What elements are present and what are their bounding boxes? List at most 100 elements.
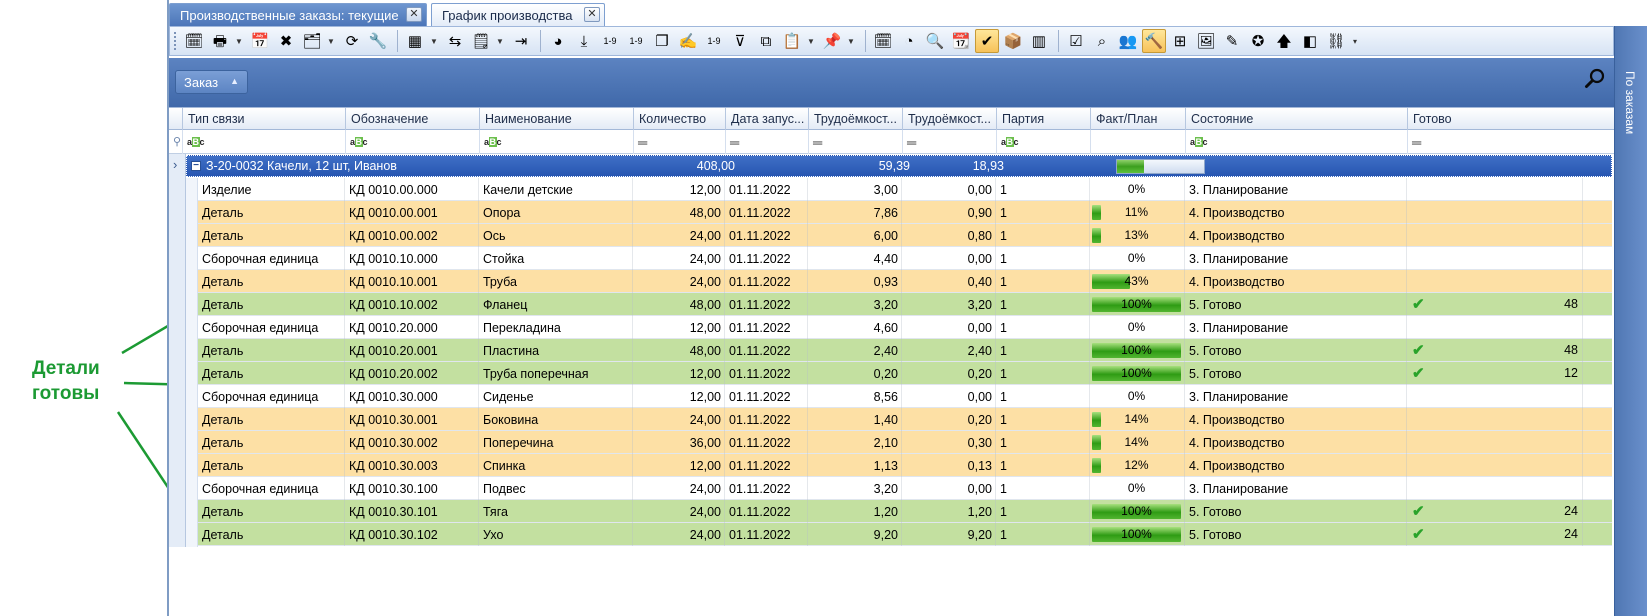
chevron-down-icon[interactable]: ▼ bbox=[495, 37, 505, 46]
filter-cell-qty[interactable]: ═ bbox=[633, 130, 725, 154]
group-chip-order[interactable]: Заказ ▲ bbox=[175, 70, 248, 94]
column-header-status[interactable]: Состояние bbox=[1185, 108, 1407, 130]
group-row-order[interactable]: − З-20-0032 Качели, 12 шт, Иванов 408,00… bbox=[186, 155, 1612, 177]
arrow-up-icon[interactable]: 🡅 bbox=[1272, 29, 1296, 53]
users-icon[interactable]: 👥 bbox=[1116, 29, 1140, 53]
pen-icon[interactable]: ✎ bbox=[1220, 29, 1244, 53]
column-header-qty[interactable]: Количество bbox=[633, 108, 725, 130]
filter-cell-code[interactable]: aBc bbox=[345, 130, 479, 154]
filter-cell-status[interactable]: aBc bbox=[1185, 130, 1407, 154]
table-row[interactable]: Сборочная единица КД 0010.30.000 Сиденье 12… bbox=[198, 385, 1612, 408]
table-row[interactable]: Деталь КД 0010.30.002 Поперечина 36,00 01.11… bbox=[198, 431, 1612, 454]
cell-type: Деталь bbox=[198, 500, 345, 523]
column-header-ready[interactable]: Готово bbox=[1407, 108, 1583, 130]
chevron-down-icon[interactable]: ▼ bbox=[326, 37, 336, 46]
column-header-code[interactable]: Обозначение bbox=[345, 108, 479, 130]
filter-icon[interactable]: ⚲ bbox=[173, 135, 181, 148]
gauge-icon[interactable]: ◔ bbox=[897, 29, 921, 53]
checklist-icon[interactable]: ☑ bbox=[1064, 29, 1088, 53]
table-row[interactable]: Сборочная единица КД 0010.10.000 Стойка 24,… bbox=[198, 247, 1612, 270]
toolbar-grip[interactable] bbox=[174, 32, 178, 50]
column-header-labor2[interactable]: Трудоёмкост... bbox=[902, 108, 996, 130]
delete-icon[interactable]: ✖ bbox=[274, 29, 298, 53]
filter-cell-type[interactable]: aBc bbox=[182, 130, 345, 154]
column-header-batch[interactable]: Партия bbox=[996, 108, 1090, 130]
download-icon[interactable]: ⤓ bbox=[572, 29, 596, 53]
numbering-icon[interactable]: 1-9 bbox=[598, 29, 622, 53]
chevron-down-icon[interactable]: ▼ bbox=[806, 37, 816, 46]
magnifier-icon[interactable]: 🔍 bbox=[923, 29, 947, 53]
pie-chart-icon[interactable]: ◕ bbox=[546, 29, 570, 53]
table-row[interactable]: Деталь КД 0010.20.001 Пластина 48,00 01.11.2… bbox=[198, 339, 1612, 362]
tab-production-orders[interactable]: Производственные заказы: текущие ✕ bbox=[169, 3, 427, 26]
note-icon[interactable]: 🗒 bbox=[469, 29, 493, 53]
share-icon[interactable]: ⇆ bbox=[443, 29, 467, 53]
sign-icon[interactable]: ✍ bbox=[676, 29, 700, 53]
cell-qty: 48,00 bbox=[633, 201, 725, 224]
filter-cell-progress[interactable] bbox=[1090, 130, 1185, 154]
table-row[interactable]: Деталь КД 0010.20.002 Труба поперечная 12,0… bbox=[198, 362, 1612, 385]
close-icon[interactable]: ✕ bbox=[406, 7, 422, 22]
chevron-down-icon[interactable]: ▼ bbox=[846, 37, 856, 46]
progress-label: 14% bbox=[1124, 412, 1149, 426]
edit-table-icon[interactable]: 🗂 bbox=[300, 29, 324, 53]
search-icon[interactable] bbox=[1584, 67, 1606, 89]
box-icon[interactable]: 📦 bbox=[1001, 29, 1025, 53]
hammer-icon[interactable]: 🔨 bbox=[1142, 29, 1166, 53]
layers-icon[interactable]: ◧ bbox=[1298, 29, 1322, 53]
filter-icon[interactable]: ⊽ bbox=[728, 29, 752, 53]
schedule-icon[interactable]: 🗓 bbox=[871, 29, 895, 53]
clipboard-icon[interactable]: 📋 bbox=[780, 29, 804, 53]
calendar-settings-icon[interactable]: 🗓 bbox=[182, 29, 206, 53]
wrench-icon[interactable]: 🔧 bbox=[366, 29, 390, 53]
table-row[interactable]: Сборочная единица КД 0010.20.000 Переклади… bbox=[198, 316, 1612, 339]
pin-icon[interactable]: 📌 bbox=[820, 29, 844, 53]
expand-icon[interactable]: › bbox=[173, 157, 177, 172]
table-row[interactable]: Деталь КД 0010.10.001 Труба 24,00 01.11.2022… bbox=[198, 270, 1612, 293]
table-row[interactable]: Деталь КД 0010.10.002 Фланец 48,00 01.11.202… bbox=[198, 293, 1612, 316]
collapse-icon[interactable]: − bbox=[191, 161, 201, 171]
column-header-name[interactable]: Наименование bbox=[479, 108, 633, 130]
table-row[interactable]: Деталь КД 0010.30.001 Боковина 24,00 01.11.2… bbox=[198, 408, 1612, 431]
column-header-progress[interactable]: Факт/План bbox=[1090, 108, 1185, 130]
column-header-labor1[interactable]: Трудоёмкост... bbox=[808, 108, 902, 130]
side-panel-by-orders[interactable]: По заказам bbox=[1614, 26, 1647, 616]
toolbar-overflow-icon[interactable]: ▾ bbox=[1350, 37, 1360, 46]
check-icon[interactable]: ✔ bbox=[975, 29, 999, 53]
binoculars-icon[interactable]: ⌕ bbox=[1090, 29, 1114, 53]
chevron-down-icon[interactable]: ▼ bbox=[429, 37, 439, 46]
refresh-icon[interactable]: ⟳ bbox=[340, 29, 364, 53]
tab-production-schedule[interactable]: График производства ✕ bbox=[431, 3, 605, 26]
filter-cell-date[interactable]: ═ bbox=[725, 130, 808, 154]
filter-cell-batch[interactable]: aBc bbox=[996, 130, 1090, 154]
hierarchy-icon[interactable]: ⊞ bbox=[1168, 29, 1192, 53]
components-icon[interactable]: ⧉ bbox=[754, 29, 778, 53]
filter-cell-labor2[interactable]: ═ bbox=[902, 130, 996, 154]
badge-icon[interactable]: ✪ bbox=[1246, 29, 1270, 53]
filter-cell-ready[interactable]: ═ bbox=[1407, 130, 1583, 154]
image-icon[interactable]: 🖼 bbox=[1194, 29, 1218, 53]
calendar-icon[interactable]: 📆 bbox=[949, 29, 973, 53]
copy-icon[interactable]: ❐ bbox=[650, 29, 674, 53]
table-row[interactable]: Изделие КД 0010.00.000 Качели детские 12,00… bbox=[198, 178, 1612, 201]
table-row[interactable]: Деталь КД 0010.30.102 Ухо 24,00 01.11.2022 9,… bbox=[198, 523, 1612, 546]
column-header-type[interactable]: Тип связи bbox=[182, 108, 345, 130]
excel-icon[interactable]: ▦ bbox=[403, 29, 427, 53]
move-right-icon[interactable]: ⇥ bbox=[509, 29, 533, 53]
numbering-alt-icon[interactable]: 1-9 bbox=[624, 29, 648, 53]
table-row[interactable]: Деталь КД 0010.30.101 Тяга 24,00 01.11.2022 1… bbox=[198, 500, 1612, 523]
filter-cell-name[interactable]: aBc bbox=[479, 130, 633, 154]
table-row[interactable]: Деталь КД 0010.00.002 Ось 24,00 01.11.2022 6,… bbox=[198, 224, 1612, 247]
column-header-date[interactable]: Дата запус... bbox=[725, 108, 808, 130]
chevron-down-icon[interactable]: ▼ bbox=[234, 37, 244, 46]
filter-cell-labor1[interactable]: ═ bbox=[808, 130, 902, 154]
renumber-icon[interactable]: 1-9 bbox=[702, 29, 726, 53]
barcode-icon[interactable]: ▥ bbox=[1027, 29, 1051, 53]
table-row[interactable]: Деталь КД 0010.30.003 Спинка 12,00 01.11.202… bbox=[198, 454, 1612, 477]
calendar-check-icon[interactable]: 📅 bbox=[248, 29, 272, 53]
table-row[interactable]: Сборочная единица КД 0010.30.100 Подвес 24,… bbox=[198, 477, 1612, 500]
close-icon[interactable]: ✕ bbox=[584, 7, 600, 22]
table-row[interactable]: Деталь КД 0010.00.001 Опора 48,00 01.11.2022… bbox=[198, 201, 1612, 224]
link-icon[interactable]: ⛓ bbox=[1324, 29, 1348, 53]
print-icon[interactable]: 🖶 bbox=[208, 29, 232, 53]
